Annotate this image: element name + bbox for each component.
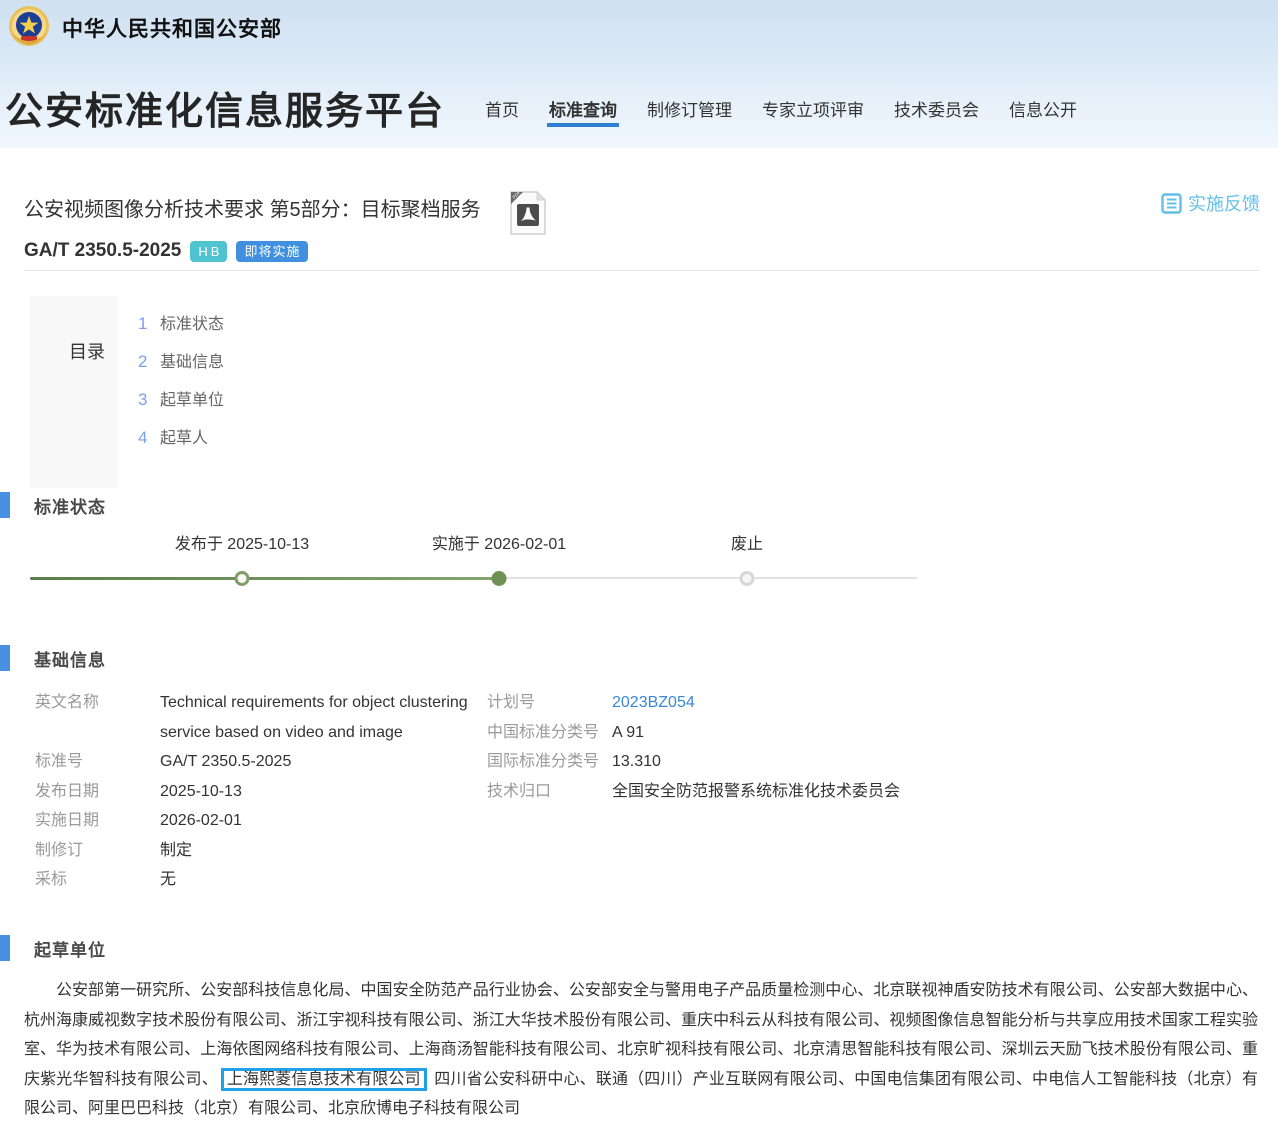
toc-item-number: 3 — [138, 390, 152, 410]
divider — [24, 270, 1260, 271]
section-header-status: 标准状态 — [0, 492, 106, 518]
info-value: 制定 — [160, 836, 480, 866]
section-title: 基础信息 — [34, 646, 106, 671]
info-label: 英文名称 — [35, 688, 160, 747]
police-emblem-icon — [8, 5, 50, 47]
info-label: 中国标准分类号 — [487, 718, 612, 748]
main-nav: 首页 标准查询 制修订管理 专家立项评审 技术委员会 信息公开 — [485, 96, 1077, 137]
content: 公安视频图像分析技术要求 第5部分：目标聚档服务 PDF 实施反馈 GA/T 2… — [0, 148, 1278, 1122]
info-row-technical-committee: 技术归口 全国安全防范报警系统标准化技术委员会 — [487, 777, 1227, 807]
feedback-list-icon — [1161, 193, 1182, 214]
timeline-line-done — [30, 577, 499, 580]
toc-item-label: 起草单位 — [160, 386, 224, 410]
nav-item-standard-query[interactable]: 标准查询 — [549, 96, 617, 137]
section-title: 标准状态 — [34, 493, 106, 518]
info-label: 国际标准分类号 — [487, 747, 612, 777]
section-header-drafting-units: 起草单位 — [0, 935, 106, 961]
standard-title: 公安视频图像分析技术要求 第5部分：目标聚档服务 — [24, 196, 481, 224]
top-bar: 中华人民共和国公安部 — [0, 0, 1278, 52]
info-row-china-classification: 中国标准分类号 A 91 — [487, 718, 1227, 748]
timeline-node-abolished — [740, 571, 755, 586]
toc-item-number: 2 — [138, 352, 152, 372]
toc-item-status[interactable]: 1 标准状态 — [138, 310, 224, 348]
info-row-publish-date: 发布日期 2025-10-13 — [35, 777, 485, 807]
standard-code-row: GA/T 2350.5-2025 HB 即将实施 — [24, 240, 308, 262]
standard-code: GA/T 2350.5-2025 — [24, 240, 181, 262]
info-row-adoption: 采标 无 — [35, 865, 485, 895]
nav-item-revision-management[interactable]: 制修订管理 — [647, 96, 732, 137]
timeline-label-abolished: 废止 — [731, 530, 763, 554]
hb-badge: HB — [190, 241, 227, 262]
toc-item-label: 标准状态 — [160, 310, 224, 334]
toc-item-label: 基础信息 — [160, 348, 224, 372]
timeline-node-implemented — [492, 571, 507, 586]
site-title: 公安标准化信息服务平台 — [5, 80, 445, 135]
toc-item-drafting-units[interactable]: 3 起草单位 — [138, 386, 224, 424]
info-value: A 91 — [612, 718, 644, 748]
info-value: 全国安全防范报警系统标准化技术委员会 — [612, 777, 900, 807]
info-label: 采标 — [35, 865, 160, 895]
basic-info-left-column: 英文名称 Technical requirements for object c… — [35, 688, 485, 895]
toc-item-number: 1 — [138, 314, 152, 334]
info-row-english-name: 英文名称 Technical requirements for object c… — [35, 688, 485, 747]
info-row-implement-date: 实施日期 2026-02-01 — [35, 806, 485, 836]
nav-item-info-disclosure[interactable]: 信息公开 — [1009, 96, 1077, 137]
toc-list: 1 标准状态 2 基础信息 3 起草单位 4 起草人 — [138, 310, 224, 462]
info-value: GA/T 2350.5-2025 — [160, 747, 480, 777]
section-accent-bar — [0, 935, 10, 961]
basic-info-right-column: 计划号 2023BZ054 中国标准分类号 A 91 国际标准分类号 13.31… — [487, 688, 1227, 806]
timeline-node-published — [235, 571, 250, 586]
status-timeline: 发布于 2025-10-13 实施于 2026-02-01 废止 — [30, 530, 920, 600]
info-label: 标准号 — [35, 747, 160, 777]
nav-item-home[interactable]: 首页 — [485, 96, 519, 137]
timeline-label-implemented: 实施于 2026-02-01 — [432, 530, 566, 554]
info-label: 制修订 — [35, 836, 160, 866]
info-value: Technical requirements for object cluste… — [160, 688, 480, 747]
implementation-feedback-link[interactable]: 实施反馈 — [1161, 190, 1260, 216]
info-value: 无 — [160, 865, 480, 895]
timeline-label-published: 发布于 2025-10-13 — [175, 530, 309, 554]
section-accent-bar — [0, 492, 10, 518]
org-name: 中华人民共和国公安部 — [62, 13, 282, 43]
toc-item-label: 起草人 — [160, 424, 208, 448]
toc-item-basic-info[interactable]: 2 基础信息 — [138, 348, 224, 386]
drafting-units-paragraph: 公安部第一研究所、公安部科技信息化局、中国安全防范产品行业协会、公安部安全与警用… — [24, 976, 1258, 1122]
timeline-line-pending — [499, 577, 917, 579]
highlighted-company: 上海熙菱信息技术有限公司 — [221, 1068, 427, 1091]
plan-number-link[interactable]: 2023BZ054 — [612, 688, 695, 718]
info-value: 2025-10-13 — [160, 777, 480, 807]
standard-title-row: 公安视频图像分析技术要求 第5部分：目标聚档服务 PDF — [24, 196, 547, 236]
info-value: 13.310 — [612, 747, 661, 777]
section-header-basic-info: 基础信息 — [0, 645, 106, 671]
nav-item-technical-committee[interactable]: 技术委员会 — [894, 96, 979, 137]
info-row-ics-classification: 国际标准分类号 13.310 — [487, 747, 1227, 777]
nav-item-expert-review[interactable]: 专家立项评审 — [762, 96, 864, 137]
status-badge: 即将实施 — [236, 241, 308, 262]
section-title: 起草单位 — [34, 936, 106, 961]
info-row-standard-code: 标准号 GA/T 2350.5-2025 — [35, 747, 485, 777]
feedback-label: 实施反馈 — [1188, 190, 1260, 216]
info-label: 实施日期 — [35, 806, 160, 836]
info-value: 2026-02-01 — [160, 806, 480, 836]
toc-item-drafters[interactable]: 4 起草人 — [138, 424, 224, 462]
info-label: 技术归口 — [487, 777, 612, 807]
page: 中华人民共和国公安部 公安标准化信息服务平台 首页 标准查询 制修订管理 专家立… — [0, 0, 1278, 1122]
info-label: 发布日期 — [35, 777, 160, 807]
info-label: 计划号 — [487, 688, 612, 718]
toc-item-number: 4 — [138, 428, 152, 448]
header: 中华人民共和国公安部 公安标准化信息服务平台 首页 标准查询 制修订管理 专家立… — [0, 0, 1278, 148]
section-accent-bar — [0, 645, 10, 671]
toc-label-box: 目录 — [30, 296, 118, 488]
info-row-revision-type: 制修订 制定 — [35, 836, 485, 866]
info-row-plan-number: 计划号 2023BZ054 — [487, 688, 1227, 718]
pdf-file-icon[interactable]: PDF — [509, 190, 547, 236]
